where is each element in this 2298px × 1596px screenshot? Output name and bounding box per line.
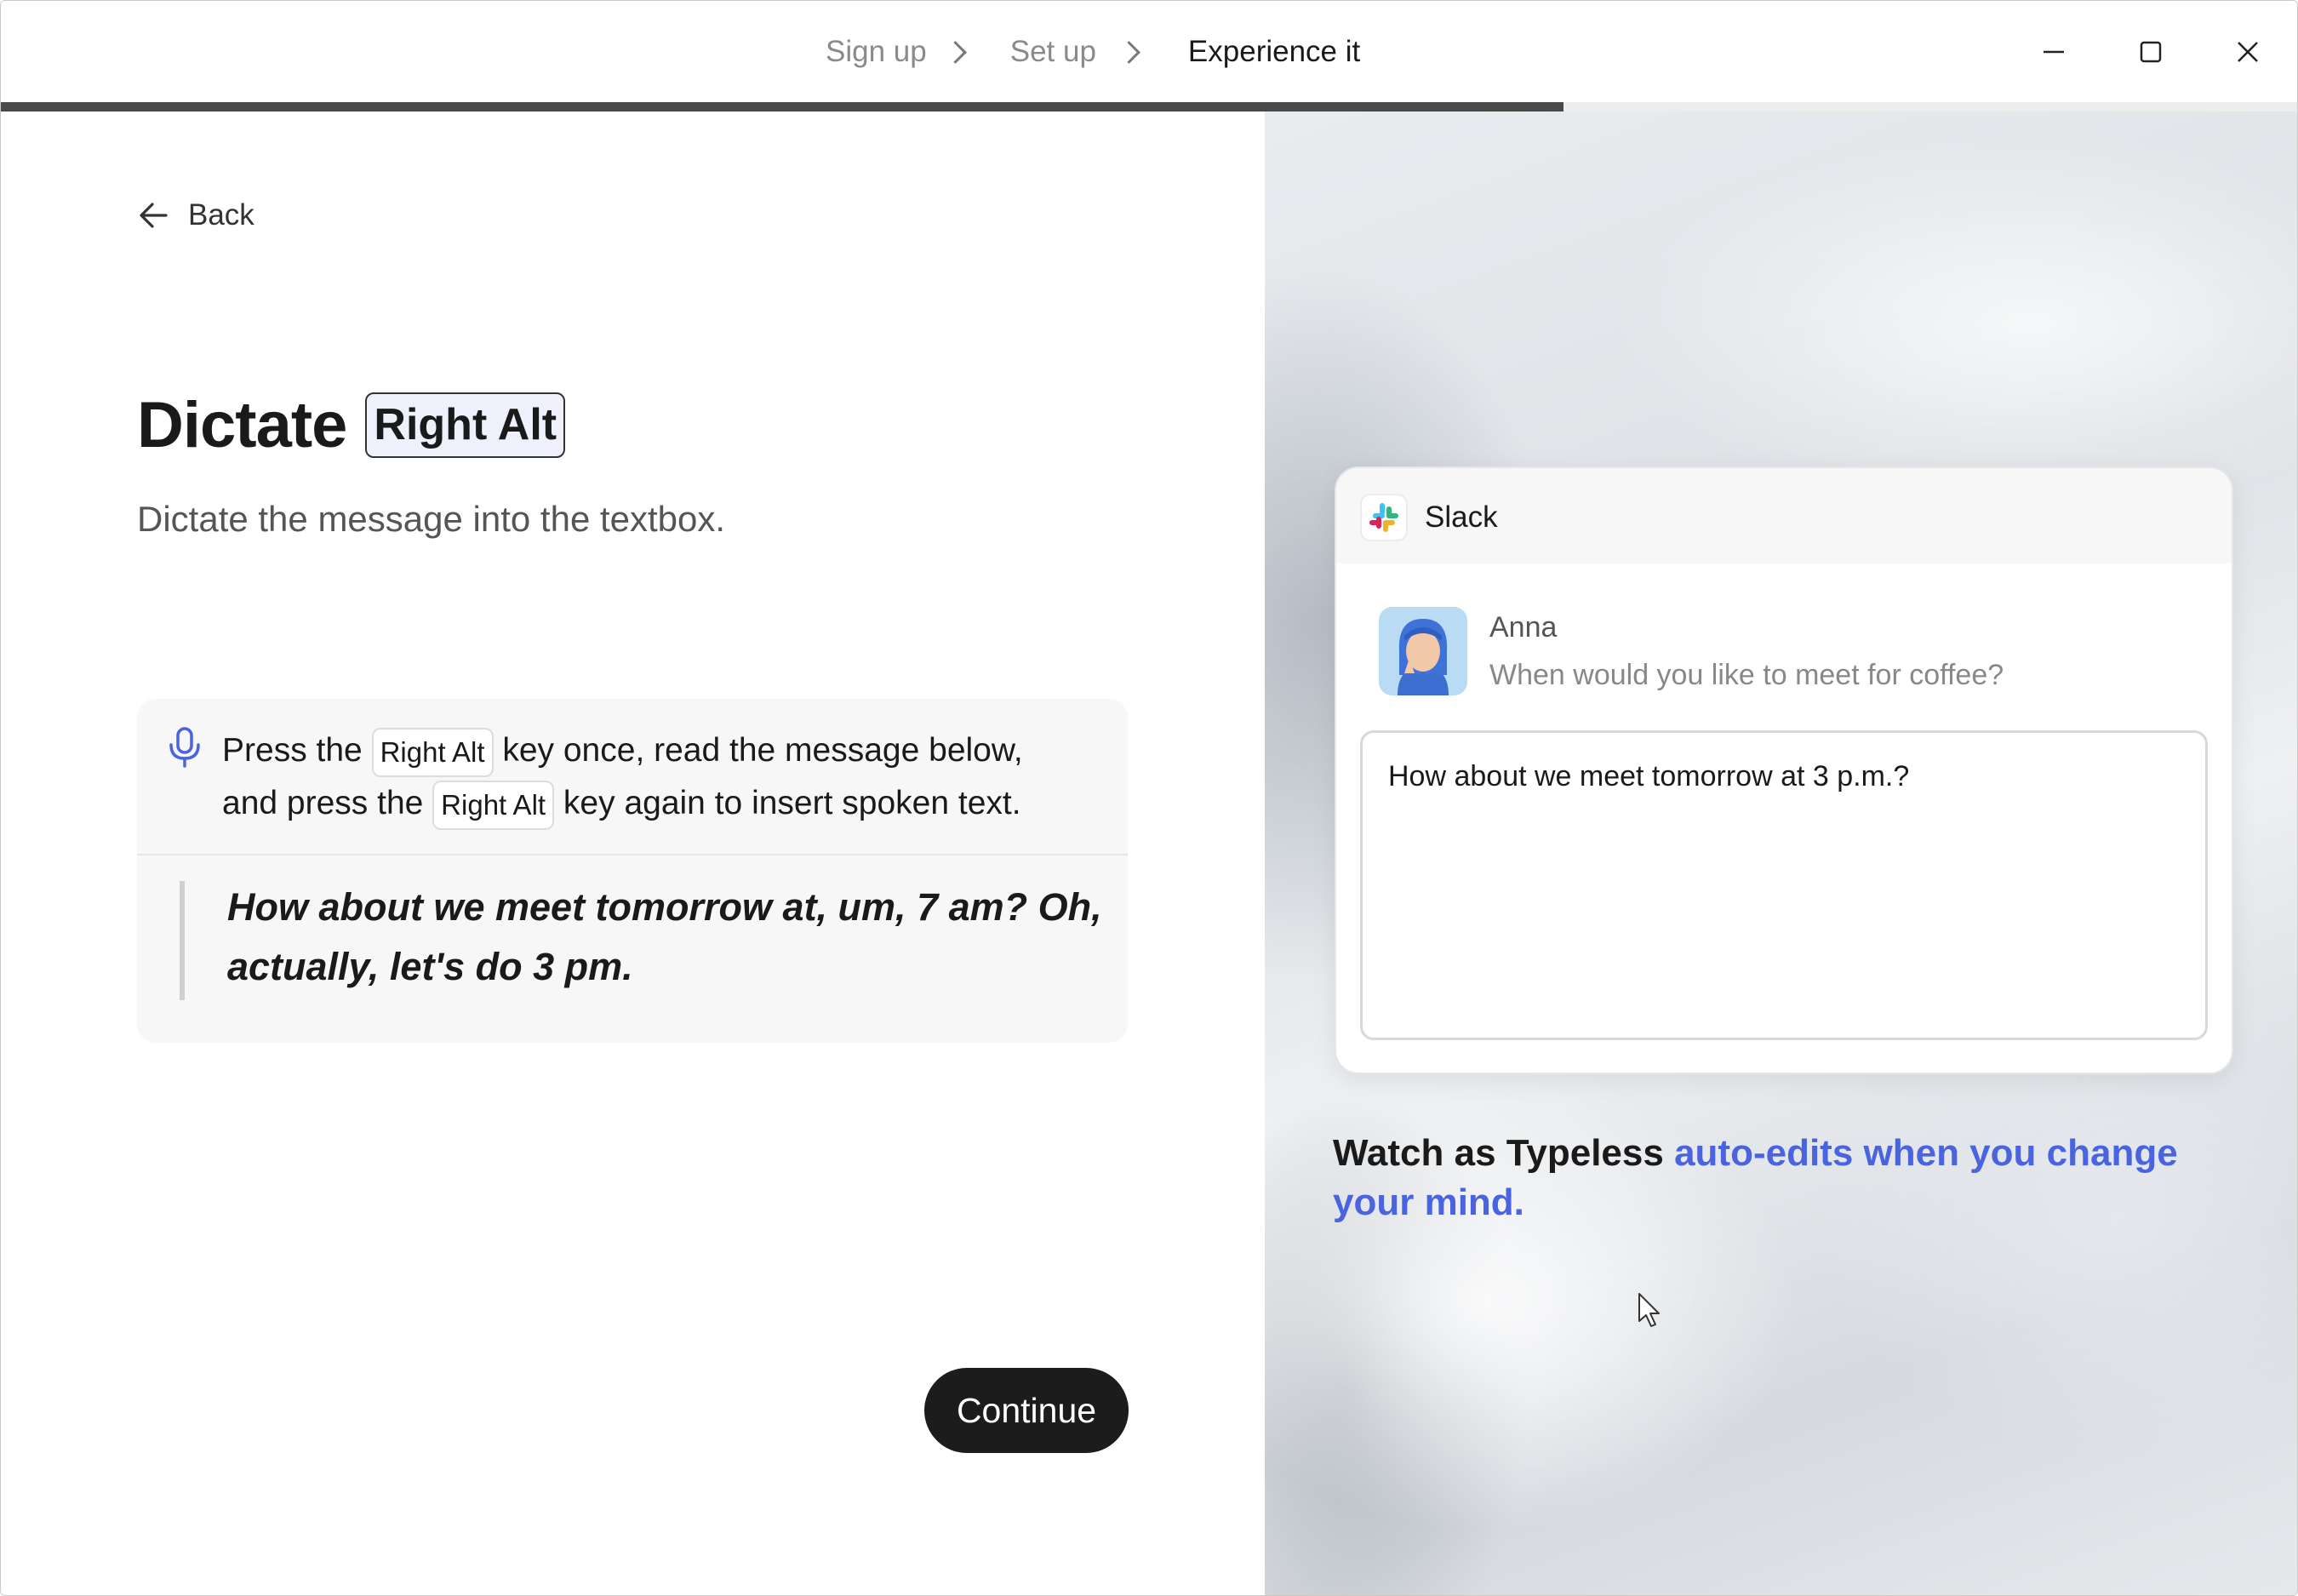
slack-app-name: Slack — [1425, 501, 1498, 534]
textbox-value: How about we meet tomorrow at 3 p.m.? — [1388, 760, 1910, 792]
key-badge: Right Alt — [432, 780, 555, 830]
page-subtitle: Dictate the message into the textbox. — [137, 499, 726, 539]
step-experience-it: Experience it — [1187, 35, 1361, 68]
instruction-part: Press the — [222, 732, 363, 769]
continue-button[interactable]: Continue — [924, 1368, 1129, 1453]
close-icon[interactable] — [2222, 26, 2273, 77]
tagline: Watch as Typeless auto-edits when you ch… — [1333, 1129, 2252, 1227]
stepper: Sign up Set up Experience it — [826, 1, 1360, 103]
mouse-cursor-icon — [1638, 1293, 1660, 1327]
back-button[interactable]: Back — [137, 198, 254, 232]
instruction-text: Press the Right Alt key once, read the m… — [222, 724, 1107, 830]
instruction-card: Press the Right Alt key once, read the m… — [137, 699, 1128, 1043]
page-heading: Dictate Right Alt — [137, 388, 566, 462]
step-sign-up: Sign up — [826, 35, 927, 68]
preview-panel: Slack Anna When would you like to meet f… — [1265, 112, 2297, 1595]
arrow-left-icon — [140, 203, 168, 228]
instruction-part: key again to insert spoken text. — [563, 785, 1021, 821]
slack-logo-icon — [1360, 494, 1408, 541]
chevron-right-icon — [927, 40, 985, 64]
chevron-right-icon — [1096, 40, 1163, 64]
message-textbox[interactable]: How about we meet tomorrow at 3 p.m.? — [1360, 730, 2208, 1040]
progress-bar — [1, 102, 2297, 112]
message-sender: Anna — [1489, 611, 1558, 644]
slack-preview-card: Slack Anna When would you like to meet f… — [1335, 466, 2233, 1074]
avatar — [1379, 607, 1467, 695]
divider — [137, 854, 1128, 855]
app-window: Sign up Set up Experience it Back Dictat… — [0, 0, 2298, 1596]
back-label: Back — [188, 198, 254, 232]
microphone-icon — [169, 727, 200, 768]
step-set-up: Set up — [1009, 35, 1096, 68]
key-badge: Right Alt — [371, 727, 494, 777]
tagline-plain: Watch as Typeless — [1333, 1132, 1664, 1174]
title-bar: Sign up Set up Experience it — [1, 1, 2297, 112]
minimize-icon[interactable] — [2028, 26, 2079, 77]
dictation-script: How about we meet tomorrow at, um, 7 am?… — [227, 885, 1102, 988]
instruction-part: key once, read the message below, — [502, 732, 1023, 769]
maximize-icon[interactable] — [2125, 26, 2176, 77]
page-title: Dictate — [137, 389, 347, 461]
slack-header: Slack — [1336, 468, 2232, 563]
quote-bar — [180, 881, 185, 1000]
message-text: When would you like to meet for coffee? — [1489, 659, 2004, 691]
instruction-part: and press the — [222, 785, 424, 821]
hotkey-badge: Right Alt — [365, 392, 566, 459]
progress-fill — [1, 102, 1563, 112]
